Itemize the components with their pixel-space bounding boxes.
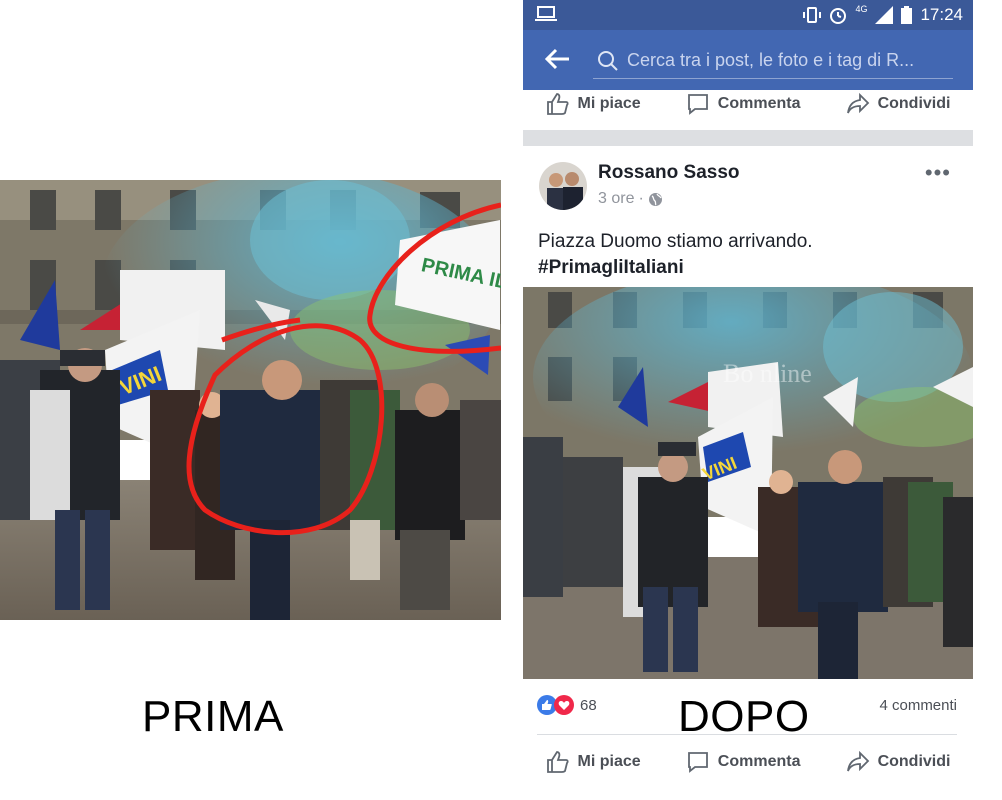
like-button[interactable]: Mi piace: [546, 750, 641, 774]
love-reaction-icon: [554, 695, 574, 715]
share-icon: [846, 92, 869, 114]
back-arrow-icon[interactable]: [545, 48, 571, 70]
share-label: Condividi: [877, 95, 951, 112]
search-icon: [598, 51, 618, 71]
post-author[interactable]: Rossano Sasso: [598, 162, 740, 184]
post-time: 3 ore: [598, 190, 635, 207]
status-bar: 4G 17:24: [523, 0, 973, 30]
reactions-count: 68: [580, 696, 597, 714]
after-crowd-illustration: VINI Bo nline: [523, 287, 973, 679]
like-label: Mi piace: [577, 753, 641, 770]
battery-icon: [901, 6, 913, 24]
share-icon: [846, 750, 869, 772]
post-text: Piazza Duomo stiamo arrivando. #Primagli…: [538, 229, 813, 281]
more-options-icon[interactable]: •••: [925, 160, 951, 186]
post-timestamp[interactable]: 3 ore ·: [598, 190, 663, 208]
signal-icon: [875, 6, 894, 24]
share-button[interactable]: Condividi: [846, 92, 951, 116]
post-photo[interactable]: VINI Bo nline: [523, 287, 973, 679]
vibrate-icon: [803, 7, 822, 23]
share-label: Condividi: [877, 753, 951, 770]
avatar[interactable]: [539, 162, 587, 210]
laptop-icon: [535, 6, 557, 21]
search-placeholder: Cerca tra i post, le foto e i tag di R..…: [627, 50, 915, 70]
post-body: Piazza Duomo stiamo arrivando.: [538, 231, 813, 252]
comment-button[interactable]: Commenta: [686, 92, 801, 116]
before-photo: VINI PRIMA IL NO: [0, 180, 501, 620]
reactions-summary[interactable]: 68: [537, 695, 597, 715]
comments-count[interactable]: 4 commenti: [879, 697, 957, 714]
feed-separator: [523, 130, 973, 146]
comment-button[interactable]: Commenta: [686, 750, 801, 774]
comment-icon: [687, 752, 708, 773]
alarm-icon: [830, 8, 847, 24]
previous-post-actions: Mi piace Commenta Condividi: [523, 84, 973, 124]
like-button[interactable]: Mi piace: [546, 92, 641, 116]
comment-icon: [687, 94, 708, 115]
caption-before: PRIMA: [142, 692, 284, 741]
post-hashtag[interactable]: #PrimagliItaliani: [538, 255, 813, 281]
like-label: Mi piace: [577, 95, 641, 112]
comment-label: Commenta: [717, 95, 801, 112]
comment-label: Commenta: [717, 753, 801, 770]
clock: 17:24: [920, 5, 963, 24]
search-bar: Cerca tra i post, le foto e i tag di R..…: [523, 30, 973, 90]
watermark-text: Bo nline: [723, 359, 812, 388]
caption-after: DOPO: [678, 692, 810, 741]
facebook-screenshot: 4G 17:24 Cerca tra i post, le foto e i t…: [523, 0, 973, 800]
network-type: 4G: [855, 4, 868, 14]
thumbs-up-icon: [546, 93, 569, 115]
search-input[interactable]: Cerca tra i post, le foto e i tag di R..…: [593, 44, 953, 79]
share-button[interactable]: Condividi: [846, 750, 951, 774]
before-crowd-illustration: VINI PRIMA IL NO: [0, 180, 501, 620]
thumbs-up-icon: [546, 751, 569, 773]
post-actions: Mi piace Commenta Condividi: [523, 742, 973, 782]
globe-icon: [648, 192, 662, 206]
